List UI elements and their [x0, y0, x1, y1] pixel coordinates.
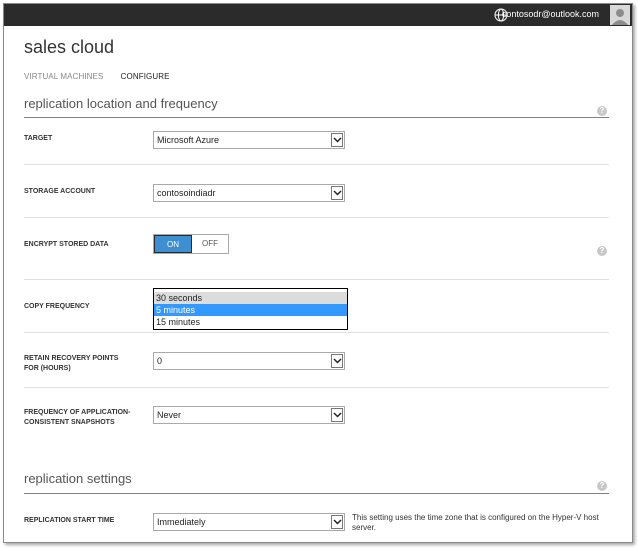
encrypt-label: ENCRYPT STORED DATA — [24, 241, 109, 248]
snapshots-select[interactable]: Never — [153, 406, 345, 424]
storage-account-select[interactable]: contosoindiadr — [153, 184, 345, 202]
chevron-down-icon[interactable] — [331, 186, 343, 200]
chevron-down-icon[interactable] — [331, 515, 343, 529]
start-time-note: This setting uses the time zone that is … — [352, 513, 599, 532]
retain-value: 0 — [157, 356, 163, 366]
nav-tabs: VIRTUAL MACHINES CONFIGURE — [24, 72, 185, 81]
target-select[interactable]: Microsoft Azure — [153, 131, 345, 149]
row-divider — [24, 164, 609, 165]
copy-frequency-option[interactable]: 15 minutes — [154, 316, 347, 328]
section-title-location: replication location and frequency — [24, 96, 218, 111]
account-email[interactable]: contosodr@outlook.com — [502, 9, 599, 19]
target-label: TARGET — [24, 135, 53, 142]
tab-virtual-machines[interactable]: VIRTUAL MACHINES — [24, 72, 103, 81]
row-divider — [24, 332, 609, 333]
snapshots-label: FREQUENCY OF APPLICATION-CONSISTENT SNAP… — [24, 409, 131, 426]
top-bar: contosodr@outlook.com — [4, 4, 632, 26]
copy-frequency-option[interactable]: 30 seconds — [154, 292, 347, 304]
help-icon[interactable]: ? — [597, 106, 607, 116]
storage-account-value: contosoindiadr — [157, 188, 216, 198]
help-icon[interactable]: ? — [597, 481, 607, 491]
row-divider — [24, 217, 609, 218]
retain-select[interactable]: 0 — [153, 352, 345, 370]
section-divider — [24, 117, 609, 118]
copy-frequency-listbox[interactable]: 30 seconds 5 minutes 15 minutes — [153, 288, 348, 330]
chevron-down-icon[interactable] — [331, 354, 343, 368]
storage-account-label: STORAGE ACCOUNT — [24, 188, 96, 195]
start-time-select[interactable]: Immediately — [153, 513, 345, 531]
encrypt-toggle: ON OFF — [153, 234, 229, 254]
tab-configure[interactable]: CONFIGURE — [121, 72, 170, 81]
encrypt-on-button[interactable]: ON — [154, 235, 192, 253]
copy-frequency-option-selected[interactable]: 5 minutes — [154, 304, 347, 316]
portal-window: contosodr@outlook.com sales cloud VIRTUA… — [3, 3, 633, 543]
help-icon[interactable]: ? — [597, 246, 607, 256]
chevron-down-icon[interactable] — [331, 133, 343, 147]
start-time-label: REPLICATION START TIME — [24, 517, 115, 524]
encrypt-off-button[interactable]: OFF — [192, 235, 228, 253]
avatar-icon[interactable] — [610, 5, 630, 25]
target-value: Microsoft Azure — [157, 135, 220, 145]
snapshots-value: Never — [157, 410, 182, 420]
copy-frequency-label: COPY FREQUENCY — [24, 303, 90, 310]
retain-label: RETAIN RECOVERY POINTS FOR (HOURS) — [24, 355, 119, 372]
chevron-down-icon[interactable] — [331, 408, 343, 422]
start-time-value: Immediately — [157, 517, 206, 527]
page-title: sales cloud — [24, 37, 115, 57]
row-divider — [24, 279, 609, 280]
row-divider — [24, 387, 609, 388]
section-title-settings: replication settings — [24, 471, 132, 486]
section-divider — [24, 493, 609, 494]
